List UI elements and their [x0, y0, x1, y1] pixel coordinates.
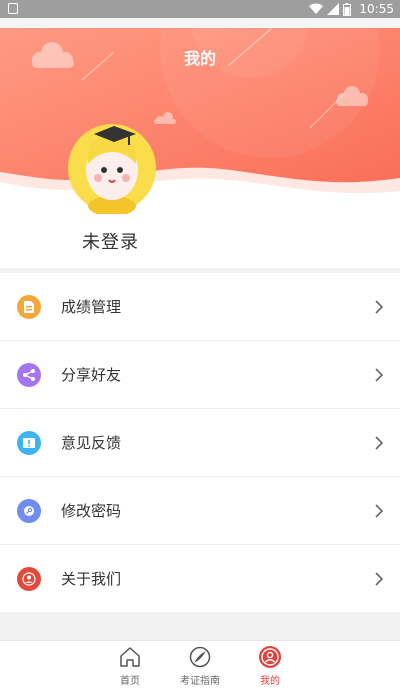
menu-item-label: 意见反馈	[61, 434, 122, 452]
key-icon	[17, 499, 41, 523]
menu-item-change-password[interactable]: 修改密码	[0, 477, 400, 545]
menu-item-share[interactable]: 分享好友	[0, 341, 400, 409]
home-icon	[120, 647, 140, 667]
user-icon	[17, 567, 41, 591]
bottom-tab-bar: 首页 考证指南 我的	[0, 640, 400, 690]
status-time: 10:55	[359, 2, 394, 16]
menu-item-about[interactable]: 关于我们	[0, 545, 400, 613]
avatar[interactable]	[66, 122, 158, 214]
page-title: 我的	[183, 49, 216, 68]
chevron-right-icon	[375, 504, 384, 518]
signal-icon	[327, 3, 340, 15]
tab-mine-label: 我的	[260, 676, 280, 687]
tab-mine[interactable]: 我的	[240, 645, 300, 687]
share-icon	[17, 363, 41, 387]
tab-home[interactable]: 首页	[100, 645, 160, 687]
menu-item-label: 修改密码	[61, 502, 122, 520]
profile-header: 我的 未登录	[0, 28, 400, 268]
menu-item-feedback[interactable]: 意见反馈	[0, 409, 400, 477]
tab-guide-label: 考证指南	[180, 676, 220, 687]
menu-item-label: 成绩管理	[61, 298, 122, 316]
menu-item-scores[interactable]: 成绩管理	[0, 273, 400, 341]
compass-icon	[189, 646, 211, 668]
menu-item-label: 分享好友	[61, 366, 122, 384]
status-bar: 10:55	[0, 0, 400, 18]
chevron-right-icon	[375, 572, 384, 586]
tab-guide[interactable]: 考证指南	[170, 645, 230, 687]
document-icon	[17, 295, 41, 319]
tab-home-label: 首页	[120, 676, 140, 687]
chevron-right-icon	[375, 436, 384, 450]
top-spacer	[0, 18, 400, 28]
notification-icon	[8, 3, 18, 14]
chevron-right-icon	[375, 368, 384, 382]
chevron-right-icon	[375, 300, 384, 314]
login-status[interactable]: 未登录	[82, 228, 139, 254]
wifi-icon	[309, 3, 324, 14]
menu-item-label: 关于我们	[61, 570, 122, 588]
user-icon	[259, 646, 281, 668]
battery-icon	[343, 2, 352, 16]
menu-list: 成绩管理 分享好友 意见反馈 修改密码 关于我们	[0, 273, 400, 613]
feedback-icon	[17, 431, 41, 455]
